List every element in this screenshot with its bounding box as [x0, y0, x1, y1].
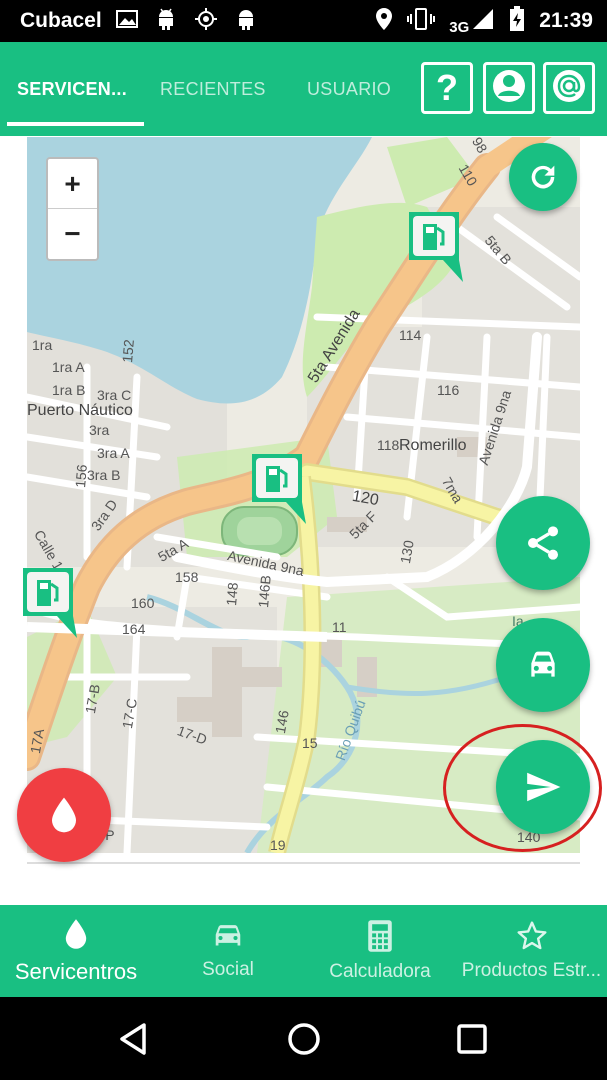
- map-label-146b: 146B: [255, 574, 274, 609]
- map-label-romerillo: Romerillo: [399, 437, 467, 454]
- highlight-circle: [443, 724, 602, 852]
- bottom-navigation: Servicentros Social Calculadora Producto…: [0, 905, 607, 997]
- gas-station-marker[interactable]: [405, 210, 463, 282]
- gas-station-marker[interactable]: [248, 452, 306, 524]
- star-icon: [516, 921, 547, 950]
- drop-icon: [65, 919, 87, 949]
- nav-label-calculadora: Calculadora: [329, 961, 431, 982]
- map-label-3ra: 3ra: [89, 422, 110, 438]
- refresh-icon: [531, 165, 555, 189]
- map-label-1ra-b: 1ra B: [52, 382, 86, 398]
- zoom-control: + −: [46, 157, 99, 261]
- location-icon: [375, 7, 393, 36]
- nav-social[interactable]: Social: [152, 905, 304, 997]
- battery-charging-icon: [509, 5, 525, 37]
- map-label-19: 19: [270, 837, 286, 853]
- car-icon: [215, 925, 241, 946]
- gps-icon: [194, 7, 218, 36]
- help-button[interactable]: ?: [421, 62, 473, 114]
- fuel-drop-button[interactable]: [17, 768, 111, 862]
- nav-label-servicentros: Servicentros: [14, 959, 138, 984]
- carrier-name: Cubacel: [20, 9, 102, 32]
- nav-productos[interactable]: Productos Estr...: [456, 905, 607, 997]
- map-label-118: 118: [377, 437, 400, 453]
- gas-pump-icon: [409, 212, 463, 282]
- share-icon: [528, 526, 558, 560]
- tab-indicator: [7, 122, 144, 126]
- map-label-158: 158: [175, 569, 199, 585]
- account-button[interactable]: [483, 62, 535, 114]
- zoom-out-button[interactable]: −: [48, 209, 97, 259]
- status-bar: Cubacel 3G 21:39: [0, 0, 607, 42]
- system-navigation-bar: [0, 997, 607, 1080]
- map-label-160: 160: [131, 595, 155, 611]
- map-label-164: 164: [122, 621, 146, 637]
- contact-button[interactable]: [543, 62, 595, 114]
- back-button[interactable]: [110, 1015, 158, 1063]
- recents-icon: [457, 1024, 487, 1054]
- android-icon: [156, 7, 176, 36]
- recents-button[interactable]: [448, 1015, 496, 1063]
- share-button[interactable]: [496, 496, 590, 590]
- help-icon: ?: [436, 67, 458, 108]
- network-type: 3G: [449, 18, 470, 36]
- clock: 21:39: [539, 9, 593, 32]
- map-label-3ra-a: 3ra A: [97, 445, 130, 461]
- tab-recientes[interactable]: RECIENTES: [160, 42, 266, 136]
- car-icon: [531, 651, 555, 677]
- nav-label-social: Social: [202, 959, 254, 980]
- map-label-152: 152: [119, 338, 137, 364]
- refresh-button[interactable]: [509, 143, 577, 211]
- map-label-148: 148: [223, 581, 241, 607]
- map-label-116: 116: [437, 382, 460, 398]
- tab-usuario[interactable]: USUARIO: [307, 42, 391, 136]
- vibrate-icon: [407, 7, 436, 36]
- home-icon: [288, 1023, 320, 1055]
- map-label-15: 15: [302, 735, 318, 751]
- gas-station-marker[interactable]: [18, 566, 78, 638]
- map-label-11: 11: [332, 619, 347, 635]
- gas-pump-icon: [23, 568, 77, 638]
- gas-pump-icon: [252, 454, 306, 524]
- nav-calculadora[interactable]: Calculadora: [304, 905, 456, 997]
- android-icon: [236, 7, 256, 36]
- map-label-3ra-b: 3ra B: [87, 467, 121, 483]
- app-bar: SERVICEN... RECIENTES USUARIO ?: [0, 42, 607, 136]
- car-button[interactable]: [496, 618, 590, 712]
- zoom-in-button[interactable]: +: [48, 159, 97, 209]
- at-sign-icon: [551, 68, 587, 109]
- map-label-1ra: 1ra: [32, 337, 53, 353]
- map-label-1ra-a: 1ra A: [52, 359, 85, 375]
- home-button[interactable]: [280, 1015, 328, 1063]
- image-icon: [115, 9, 138, 34]
- signal-icon: [471, 7, 495, 36]
- map-label-puerto-nautico: Puerto Náutico: [27, 402, 133, 419]
- drop-icon: [52, 797, 76, 833]
- map-label-114: 114: [399, 327, 422, 343]
- map-bottom-divider: [27, 862, 580, 864]
- nav-servicentros[interactable]: Servicentros: [0, 905, 152, 997]
- calculator-icon: [368, 920, 392, 952]
- nav-label-productos: Productos Estr...: [461, 960, 602, 981]
- account-icon: [491, 68, 527, 109]
- back-icon: [120, 1023, 146, 1055]
- map-label-3ra-c: 3ra C: [97, 387, 132, 403]
